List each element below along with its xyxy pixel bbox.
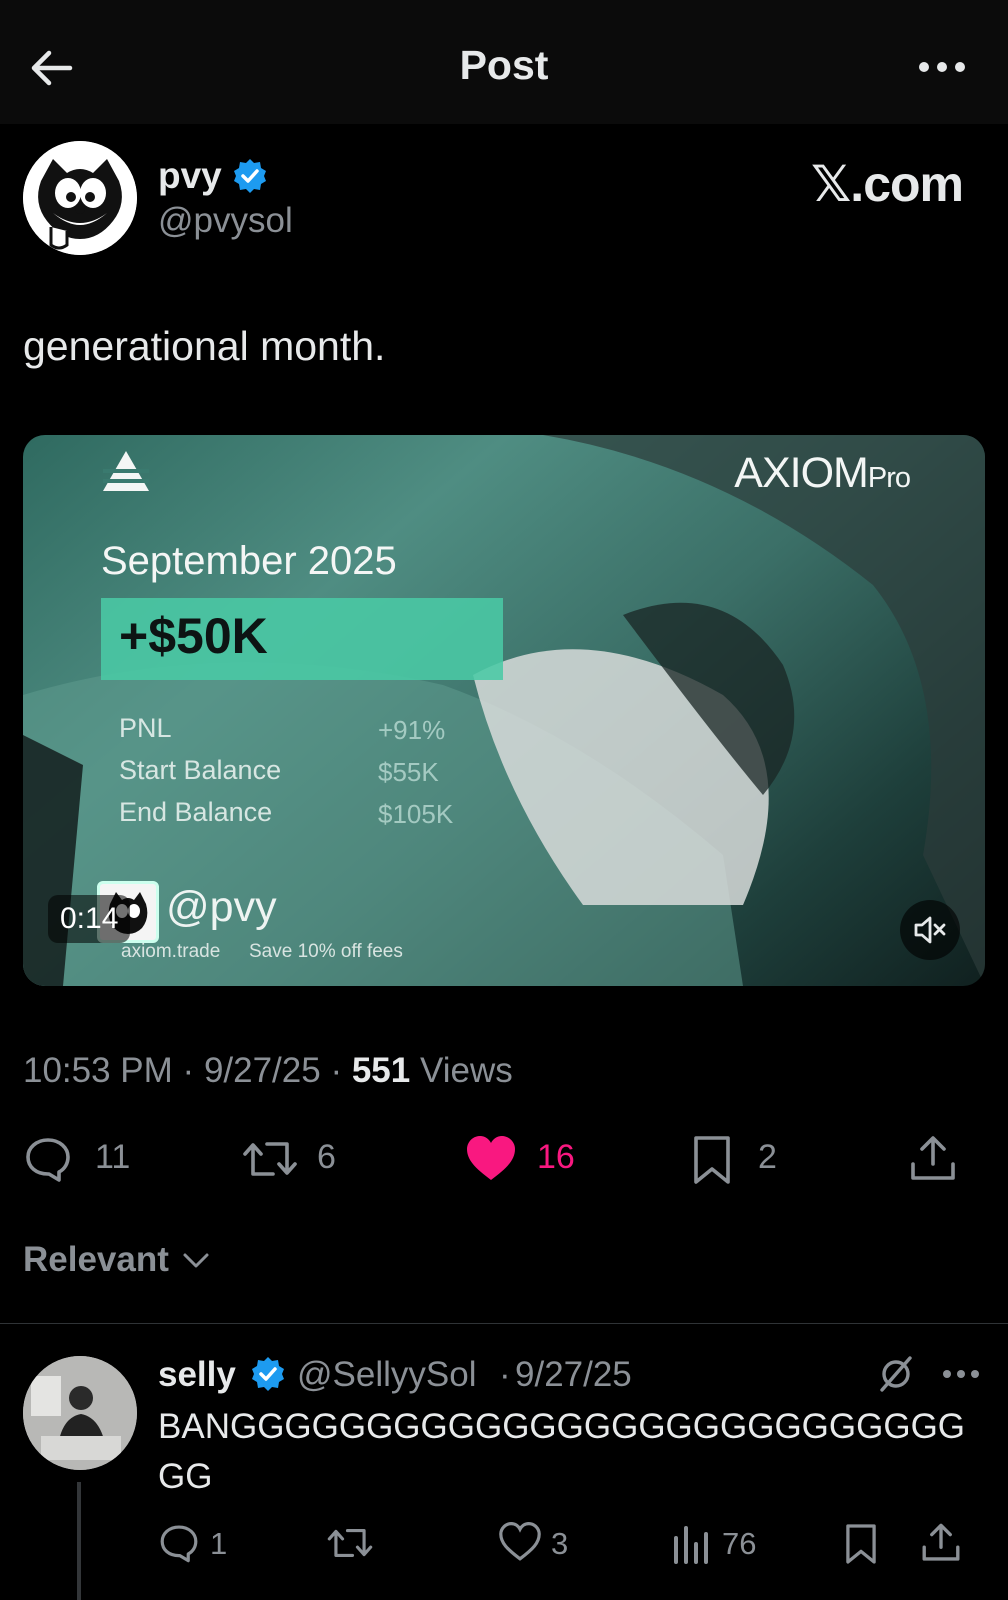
bookmark-icon bbox=[694, 1136, 730, 1184]
post-time: 10:53 PM bbox=[23, 1051, 173, 1090]
author-avatar[interactable] bbox=[23, 141, 137, 255]
stat-value-start-balance: $55K bbox=[378, 757, 439, 787]
mute-button[interactable] bbox=[900, 900, 960, 960]
reply-share-button[interactable] bbox=[920, 1520, 964, 1570]
meta-separator: · bbox=[182, 1051, 195, 1090]
reply-text: BANGGGGGGGGGGGGGGGGGGGGGGGGGGGGG bbox=[158, 1407, 966, 1496]
repost-button[interactable]: 6 bbox=[241, 1130, 361, 1190]
post-date: 9/27/25 bbox=[203, 1051, 321, 1090]
stat-value-pnl: +91% bbox=[378, 715, 446, 745]
video-player[interactable]: AXIOMPro September 2025 +$50K PNL +91% S… bbox=[23, 435, 985, 986]
like-count: 16 bbox=[537, 1138, 575, 1176]
stat-label-end-balance: End Balance bbox=[119, 797, 273, 827]
reply-more-icon[interactable] bbox=[941, 1362, 981, 1386]
x-brand-text: 𝕏.com bbox=[811, 156, 964, 212]
heart-filled-icon bbox=[467, 1136, 515, 1180]
repost-icon bbox=[243, 1142, 297, 1176]
bookmark-count: 2 bbox=[758, 1138, 777, 1176]
pnl-month: September 2025 bbox=[101, 539, 397, 583]
author-name[interactable]: pvy bbox=[158, 155, 222, 197]
pnl-amount: +$50K bbox=[119, 608, 268, 664]
reply-separator: · bbox=[499, 1355, 511, 1394]
axiom-triangle-logo bbox=[103, 451, 149, 491]
stat-label-pnl: PNL bbox=[119, 713, 172, 743]
repost-icon bbox=[327, 1529, 373, 1557]
axiom-brand: AXIOMPro bbox=[734, 449, 911, 497]
replies-sort-dropdown[interactable]: Relevant bbox=[23, 1240, 209, 1280]
heart-outline-icon bbox=[499, 1522, 541, 1561]
share-button[interactable] bbox=[908, 1130, 958, 1190]
page-title: Post bbox=[459, 42, 549, 88]
media-footer-promo: Save 10% off fees bbox=[249, 941, 403, 962]
comment-bubble-icon bbox=[160, 1525, 198, 1563]
stat-value-end-balance: $105K bbox=[378, 799, 454, 829]
reply-author-name[interactable]: selly bbox=[158, 1355, 236, 1395]
reply-button[interactable]: 11 bbox=[23, 1130, 143, 1190]
reply-bookmark-button[interactable] bbox=[843, 1520, 883, 1570]
reply-date[interactable]: 9/27/25 bbox=[515, 1355, 632, 1395]
bookmark-button[interactable]: 2 bbox=[690, 1130, 800, 1190]
video-duration: 0:14 bbox=[48, 895, 131, 943]
cartoon-cat-avatar-image bbox=[23, 141, 137, 255]
thread-line bbox=[77, 1482, 81, 1600]
section-divider bbox=[0, 1323, 1008, 1324]
reply-reply-count: 1 bbox=[210, 1526, 228, 1561]
bookmark-icon bbox=[846, 1524, 876, 1564]
reply-views-count: 76 bbox=[722, 1526, 757, 1561]
reply-author-avatar[interactable] bbox=[23, 1356, 137, 1470]
reply-count: 11 bbox=[95, 1138, 131, 1176]
meta-separator: · bbox=[330, 1051, 343, 1090]
media-handle: @pvy bbox=[166, 883, 277, 931]
reply-author-handle[interactable]: @SellyySol bbox=[297, 1355, 476, 1395]
views-count: 551 bbox=[351, 1051, 411, 1090]
reply-repost-button[interactable] bbox=[326, 1520, 376, 1570]
media-footer-site: axiom.trade bbox=[121, 941, 221, 962]
author-handle[interactable]: @pvysol bbox=[158, 201, 293, 241]
share-upload-icon bbox=[911, 1136, 955, 1180]
reply-like-count: 3 bbox=[551, 1526, 569, 1561]
comment-bubble-icon bbox=[26, 1138, 70, 1182]
reply-like-button[interactable]: 3 bbox=[499, 1520, 589, 1570]
person-photo-avatar bbox=[23, 1356, 137, 1470]
repost-count: 6 bbox=[317, 1138, 336, 1176]
more-options-button[interactable] bbox=[916, 52, 968, 82]
bar-chart-icon bbox=[674, 1526, 708, 1564]
views-label: Views bbox=[419, 1051, 513, 1090]
grok-icon[interactable] bbox=[876, 1354, 916, 1394]
volume-muted-icon bbox=[914, 916, 946, 944]
verified-badge-icon bbox=[252, 1357, 284, 1391]
verified-badge-icon bbox=[234, 159, 266, 193]
reply-views-button[interactable]: 76 bbox=[672, 1520, 772, 1570]
stat-label-start-balance: Start Balance bbox=[119, 755, 282, 785]
post-meta: 10:53 PM · 9/27/25 · 551 Views bbox=[23, 1051, 513, 1091]
share-upload-icon bbox=[922, 1523, 960, 1561]
like-button[interactable]: 16 bbox=[465, 1130, 595, 1190]
post-text: generational month. bbox=[23, 323, 386, 369]
more-horizontal-icon bbox=[919, 62, 965, 72]
top-bar: Post bbox=[0, 0, 1008, 124]
reply-reply-button[interactable]: 1 bbox=[158, 1520, 238, 1570]
sort-label: Relevant bbox=[23, 1240, 169, 1279]
chevron-down-icon bbox=[183, 1253, 209, 1268]
axiom-brand-suffix: Pro bbox=[867, 462, 911, 494]
